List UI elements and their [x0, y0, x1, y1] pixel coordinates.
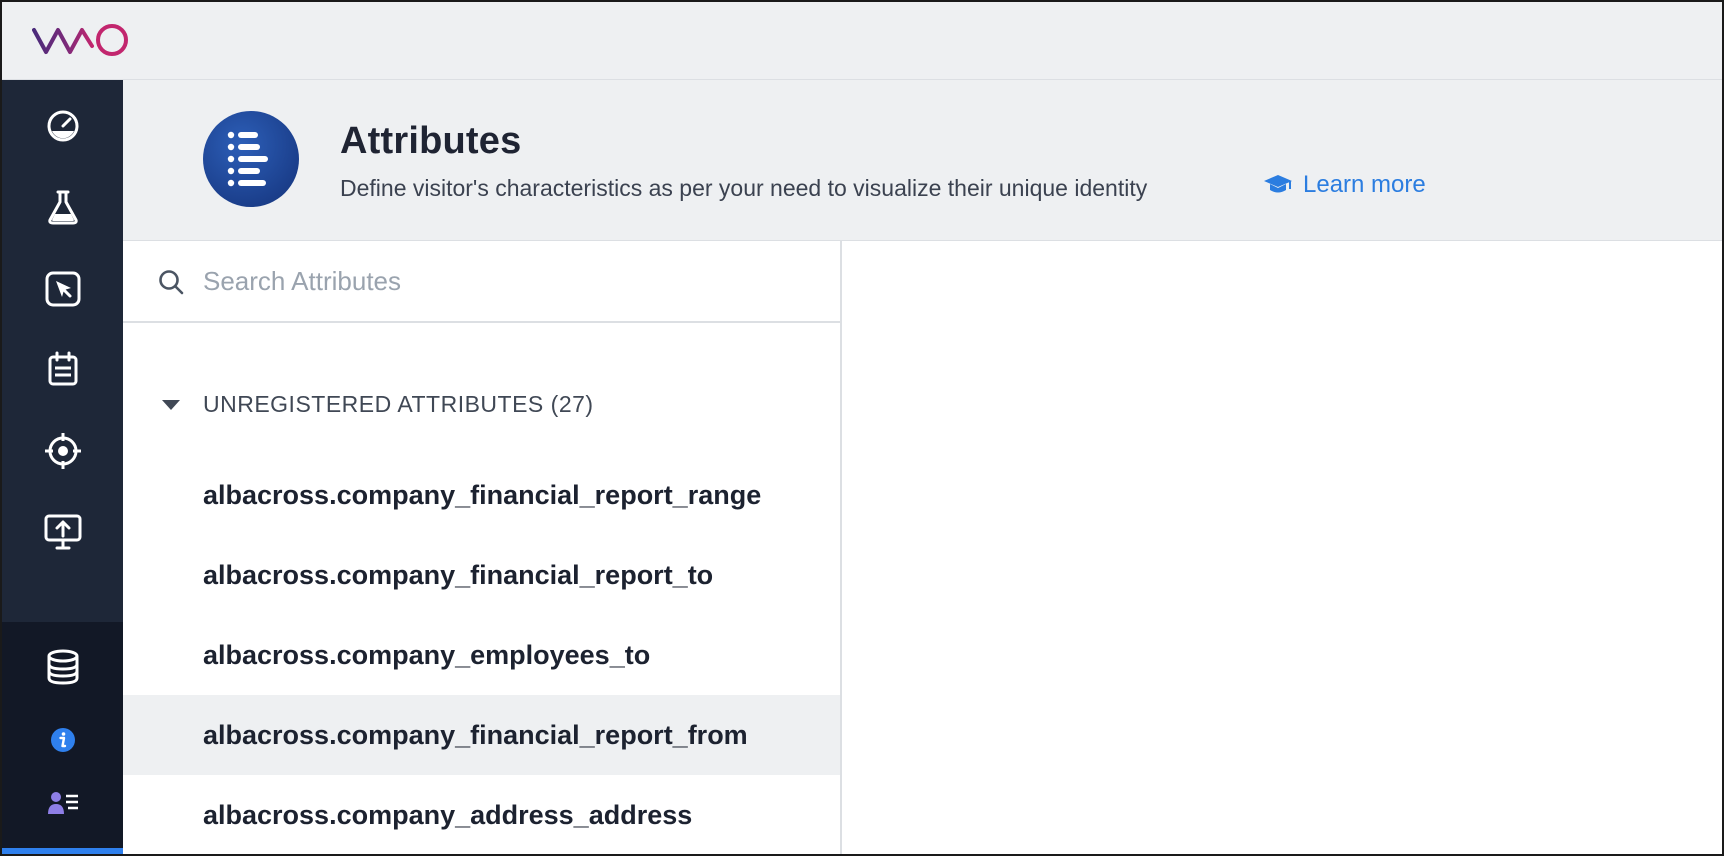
dashboard-gauge-icon	[47, 110, 78, 142]
page-header: Attributes Define visitor's characterist…	[123, 80, 1722, 241]
list-item[interactable]: albacross.company_employees_to	[123, 615, 840, 695]
cursor-click-icon	[45, 271, 80, 307]
list-item[interactable]: albacross.company_financial_report_range	[123, 455, 840, 535]
caret-down-icon	[162, 399, 180, 410]
list-item[interactable]: albacross.company_financial_report_to	[123, 535, 840, 615]
vwo-logo[interactable]	[32, 22, 140, 58]
learn-more-label: Learn more	[1303, 171, 1426, 198]
attributes-list-icon	[203, 111, 299, 207]
attribute-detail-panel	[842, 241, 1722, 854]
sidebar-item-data[interactable]	[2, 629, 123, 705]
graduation-cap-icon	[1264, 175, 1292, 193]
page-title: Attributes	[340, 120, 522, 162]
presentation-upload-icon	[44, 514, 81, 550]
target-icon	[44, 433, 81, 469]
learn-more-link[interactable]: Learn more	[1263, 171, 1426, 199]
attribute-list: albacross.company_financial_report_range…	[123, 455, 840, 854]
list-item[interactable]: albacross.company_address_address	[123, 775, 840, 854]
sidebar	[2, 80, 123, 854]
search-input[interactable]	[203, 259, 803, 303]
clipboard-icon	[48, 351, 77, 386]
list-item-hovered[interactable]: albacross.company_financial_report_from	[123, 695, 840, 775]
sidebar-item-info[interactable]	[2, 710, 123, 770]
info-icon	[50, 728, 75, 752]
page-description: Define visitor's characteristics as per …	[340, 175, 1148, 201]
sidebar-item-profile[interactable]	[2, 773, 123, 833]
sidebar-item-plan[interactable]	[2, 331, 123, 407]
group-label: UNREGISTERED ATTRIBUTES (27)	[203, 391, 594, 417]
user-list-icon	[47, 792, 78, 814]
attributes-list-panel: UNREGISTERED ATTRIBUTES (27) albacross.c…	[123, 241, 842, 854]
sidebar-item-targeting[interactable]	[2, 413, 123, 489]
sidebar-item-deploy[interactable]	[2, 494, 123, 570]
sidebar-item-dashboard[interactable]	[2, 87, 123, 163]
sidebar-bottom-accent	[2, 848, 123, 854]
app-window: Attributes Define visitor's characterist…	[0, 0, 1724, 856]
search-icon	[159, 270, 184, 295]
flask-icon	[47, 190, 78, 225]
top-bar	[2, 2, 1722, 80]
search-bar	[123, 241, 840, 323]
unregistered-group-toggle[interactable]: UNREGISTERED ATTRIBUTES (27)	[161, 391, 594, 418]
sidebar-item-experiments[interactable]	[2, 169, 123, 245]
database-icon	[47, 649, 78, 685]
sidebar-item-insights[interactable]	[2, 251, 123, 327]
